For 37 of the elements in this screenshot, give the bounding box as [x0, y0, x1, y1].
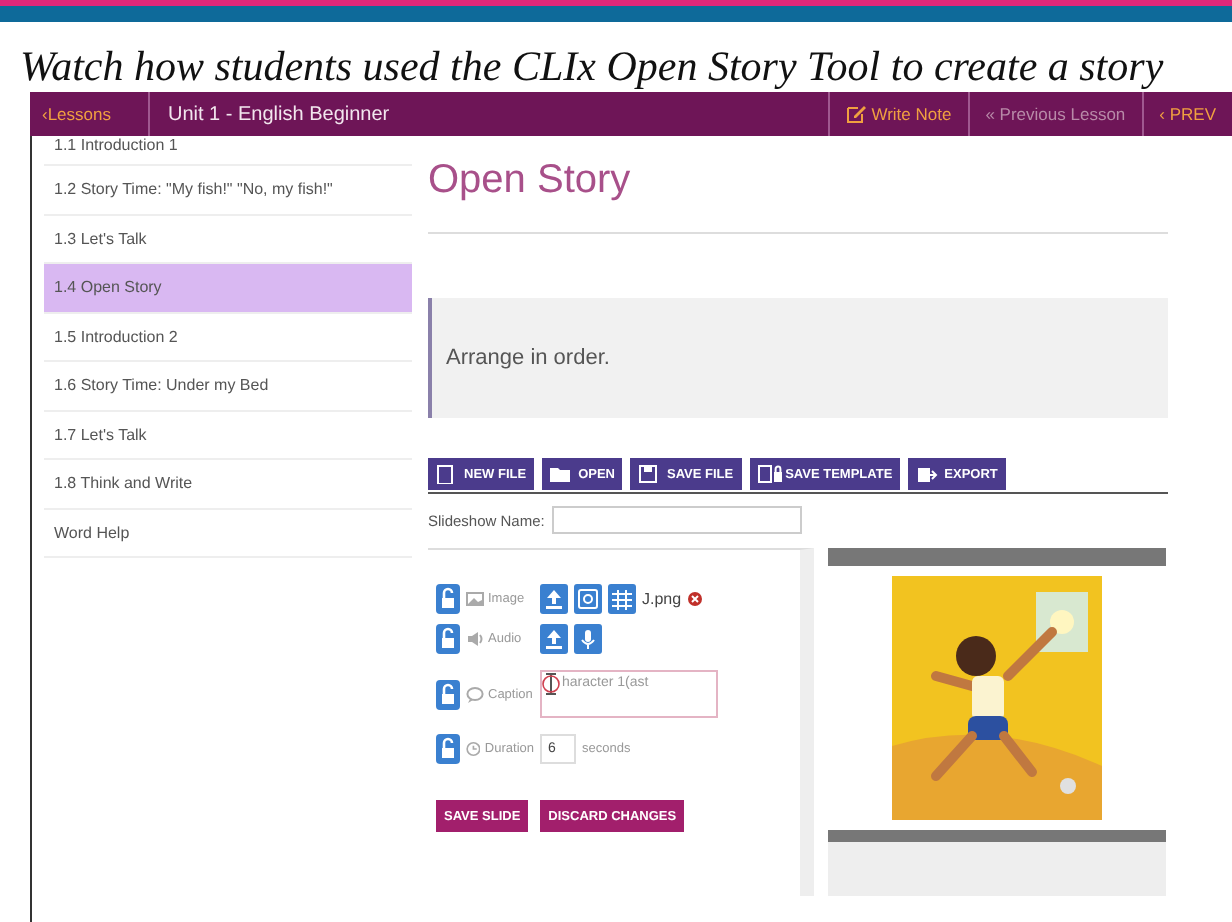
- upload-icon[interactable]: [540, 584, 568, 614]
- edit-icon: [845, 104, 866, 124]
- remove-icon[interactable]: [687, 592, 702, 606]
- grid-icon[interactable]: [608, 584, 636, 614]
- padlock-icon[interactable]: [436, 624, 460, 654]
- speech-bubble-icon: [466, 685, 484, 703]
- lesson-item[interactable]: 1.2 Story Time: "My fish!" "No, my fish!": [44, 166, 412, 215]
- lesson-item[interactable]: Word Help: [44, 509, 412, 558]
- save-lock-icon: [757, 464, 782, 484]
- lesson-item[interactable]: 1.6 Story Time: Under my Bed: [44, 362, 412, 411]
- instruction-text: Arrange in order.: [428, 298, 1168, 418]
- folder-icon: [550, 464, 575, 484]
- lesson-item[interactable]: 1.4 Open Story: [44, 264, 412, 313]
- video-caption: Watch how students used the CLIx Open Story Tool to create a story: [20, 42, 1164, 90]
- lesson-item[interactable]: 1.7 Let's Talk: [44, 411, 412, 460]
- lesson-item[interactable]: 1.8 Think and Write: [44, 460, 412, 509]
- clock-icon: [466, 740, 481, 758]
- upload-icon[interactable]: [540, 624, 568, 654]
- padlock-icon[interactable]: [436, 734, 460, 764]
- lesson-item[interactable]: 1.5 Introduction 2: [44, 313, 412, 362]
- header-link[interactable]: ‹ PREV: [1141, 92, 1232, 136]
- export-icon: [916, 464, 941, 484]
- file-name: J.png: [642, 590, 682, 608]
- lessons-link[interactable]: ‹Lessons: [30, 92, 150, 136]
- lesson-item[interactable]: 1.1 Introduction 1: [44, 136, 412, 166]
- microphone-icon[interactable]: [574, 624, 602, 654]
- padlock-icon[interactable]: [436, 679, 460, 709]
- unit-title: Unit 1 - English Beginner: [166, 101, 392, 129]
- camera-icon[interactable]: [574, 584, 602, 614]
- slideshow-name-field[interactable]: [552, 506, 803, 534]
- page-title: Open Story: [428, 156, 633, 206]
- text-cursor-icon: [542, 672, 560, 696]
- header-link[interactable]: Write Note: [827, 92, 968, 136]
- image-icon: [466, 590, 484, 608]
- padlock-icon[interactable]: [436, 584, 460, 614]
- speaker-icon: [466, 630, 484, 648]
- save-icon: [638, 464, 663, 484]
